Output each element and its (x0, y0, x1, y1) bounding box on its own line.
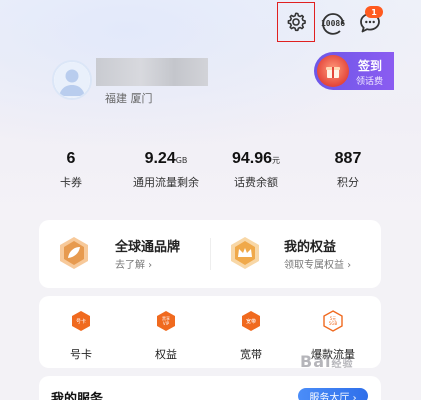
stat-value: 9.24 (144, 150, 176, 167)
section-title: 我的服务 (51, 392, 104, 400)
stat-balance[interactable]: 94.96元 话费余额 (222, 148, 290, 190)
svg-text:宽带: 宽带 (246, 318, 256, 325)
default-user-avatar (54, 62, 90, 98)
feature-title: 我的权益 (284, 240, 337, 255)
sim-card-icon: 号卡 (72, 311, 90, 331)
service-hall-button[interactable]: 服务大厅 › (298, 388, 368, 400)
gear-icon (287, 12, 306, 32)
quick-item-sim[interactable]: 号卡 号卡 (51, 310, 111, 362)
feature-global-brand[interactable]: 全球通品牌 去了解 › (39, 220, 210, 288)
quick-item-label: 权益 (155, 348, 177, 361)
quick-item-broadband[interactable]: 宽带 宽带 (221, 310, 281, 362)
customer-service-button[interactable]: 10086 (318, 8, 348, 38)
stat-label: 卡券 (60, 176, 82, 189)
gift-box-icon (317, 55, 349, 87)
stat-data-remaining[interactable]: 9.24GB 通用流量剩余 (118, 148, 214, 190)
watermark: Bai经验 (300, 352, 353, 371)
stat-unit: GB (175, 156, 188, 165)
top-bar: 10086 1 (0, 0, 421, 46)
stat-value: 6 (66, 150, 76, 167)
watermark-text: Bai (300, 352, 332, 371)
stat-label: 通用流量剩余 (133, 176, 199, 189)
broadband-icon: 宽带 (242, 311, 260, 331)
stat-value: 887 (334, 150, 362, 167)
data-flow-icon: 5元 5GB (323, 310, 343, 332)
svg-text:5GB: 5GB (329, 321, 338, 326)
feature-subtitle: 去了解 › (115, 260, 153, 271)
vip-icon: 黑享 VIP (157, 311, 175, 331)
user-name-masked (96, 58, 208, 86)
message-badge: 1 (365, 6, 383, 18)
signin-button[interactable]: 签到 领话费 (314, 52, 394, 90)
user-location: 福建 厦门 (105, 92, 153, 105)
feature-title: 全球通品牌 (115, 240, 181, 255)
stat-coupons[interactable]: 6 卡券 (52, 148, 90, 190)
stat-value: 94.96 (231, 150, 273, 167)
leaf-hexagon-icon (60, 237, 88, 269)
service-number: 10086 (320, 18, 346, 28)
quick-item-rights[interactable]: 黑享 VIP 权益 (136, 310, 196, 362)
svg-text:号卡: 号卡 (76, 318, 86, 325)
signin-subtitle: 领话费 (356, 77, 384, 87)
watermark-sub: 经验 (331, 359, 354, 370)
stat-label: 积分 (337, 176, 359, 189)
stat-label: 话费余额 (234, 176, 278, 189)
feature-my-rights[interactable]: 我的权益 领取专属权益 › (210, 220, 381, 288)
stat-points[interactable]: 887 积分 (322, 148, 374, 190)
signin-title: 签到 (358, 59, 383, 73)
account-stats: 6 卡券 9.24GB 通用流量剩余 94.96元 话费余额 887 积分 (0, 148, 421, 198)
quick-item-label: 号卡 (70, 348, 92, 361)
svg-text:VIP: VIP (163, 321, 170, 326)
stat-unit: 元 (272, 156, 281, 165)
feature-card: 全球通品牌 去了解 › 我的权益 领取专属权益 › (39, 220, 381, 288)
quick-item-label: 宽带 (240, 348, 262, 361)
avatar[interactable] (52, 60, 92, 100)
settings-button[interactable] (277, 2, 315, 42)
crown-hexagon-icon (231, 237, 259, 269)
feature-subtitle: 领取专属权益 › (284, 260, 352, 271)
